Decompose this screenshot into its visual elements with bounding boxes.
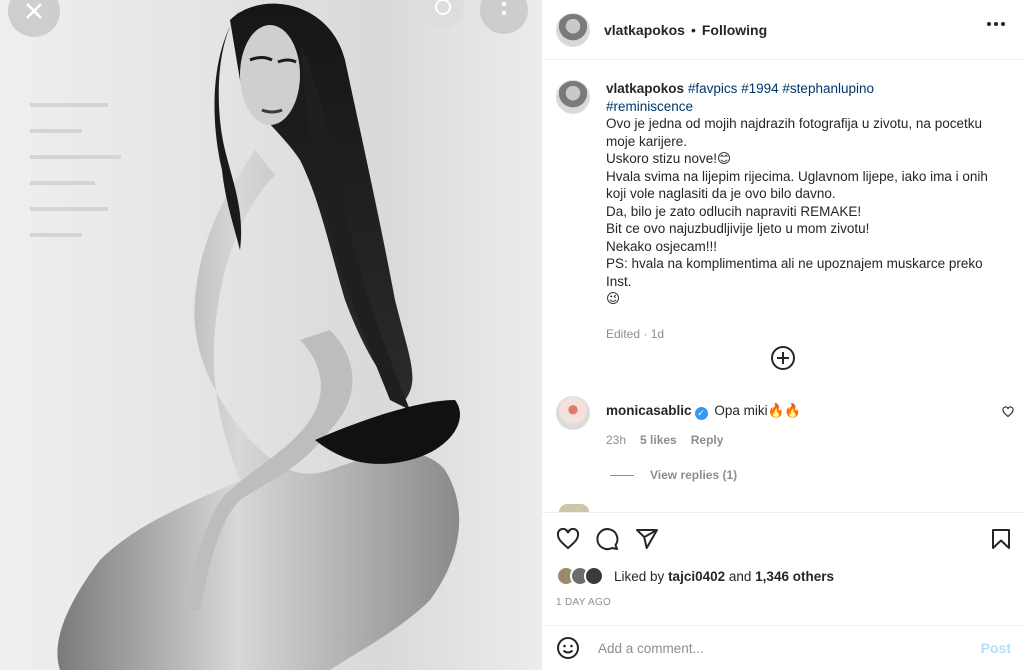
liked-by-user[interactable]: tajci0402 [668, 569, 725, 584]
caption-text-line: 😉 [606, 291, 621, 306]
more-options-button[interactable] [987, 22, 1005, 26]
replies-line [610, 474, 634, 476]
comment-time[interactable]: 23h [606, 433, 626, 447]
more-icon [501, 1, 507, 16]
caption-first-line: vlatkapokos #favpics #1994 #stephanlupin… [606, 80, 1011, 98]
caption-text-line: Bit ce ovo najuzbudljivije ljeto u mom z… [606, 221, 870, 236]
next-comment-avatar [559, 504, 589, 512]
post-details-panel: vlatkapokos • Following vlatkapokos #fav… [541, 0, 1024, 670]
likes-others-link[interactable]: 1,346 others [755, 569, 834, 584]
author-username[interactable]: vlatkapokos [604, 22, 685, 38]
add-comment-input[interactable]: Add a comment... [598, 641, 981, 656]
close-icon [26, 3, 42, 19]
commenter-avatar[interactable] [556, 396, 590, 430]
hashtag-link[interactable]: #favpics [688, 81, 738, 96]
bookmark-icon[interactable] [989, 527, 1013, 551]
verified-badge-icon: ✓ [694, 407, 708, 420]
load-more-comments-button[interactable] [771, 346, 795, 370]
liked-by-label: Liked by [614, 568, 665, 584]
author-avatar[interactable] [556, 12, 590, 47]
comment-meta: 23h 5 likes Reply [606, 433, 801, 447]
comment-text: Opa miki🔥🔥 [714, 403, 802, 418]
caption-avatar[interactable] [556, 80, 590, 114]
caption-text-line: Hvala svima na lijepim rijecima. Uglavno… [606, 168, 988, 202]
emoji-icon[interactable] [556, 636, 580, 660]
comment-item: monicasablic ✓ Opa miki🔥🔥 23h 5 likes Rep… [556, 396, 1016, 447]
caption-text-line: PS: hvala na komplimentima ali ne upozna… [606, 256, 983, 289]
posted-time[interactable]: 1 DAY AGO [556, 597, 611, 608]
caption-username[interactable]: vlatkapokos [606, 81, 684, 96]
people-tag-icon [435, 0, 451, 15]
comment-likes[interactable]: 5 likes [640, 433, 677, 447]
liker-avatar[interactable] [584, 566, 604, 586]
comment-icon[interactable] [595, 527, 619, 551]
more-dot [1001, 22, 1005, 26]
hashtag-link[interactable]: #reminiscence [606, 98, 1011, 116]
header-separator: • [690, 21, 696, 38]
photo-figure [57, 3, 460, 670]
view-replies-button[interactable]: View replies (1) [610, 468, 737, 482]
more-horizontal-icon [987, 22, 991, 26]
caption-text-line: Nekako osjecam!!! [606, 238, 718, 254]
following-button[interactable]: Following [702, 22, 767, 38]
action-bar [542, 512, 1024, 572]
more-dot [994, 22, 998, 26]
hashtag-link[interactable]: #1994 [741, 81, 779, 96]
caption-meta: Edited · 1d [606, 326, 1011, 344]
caption-text-line: Da, bilo je zato odlucih napraviti REMAK… [606, 203, 862, 219]
post-photo[interactable]: ▬▬▬▬▬▬ ▬▬▬▬ ▬▬▬▬▬▬▬ ▬▬▬▬▬ ▬▬▬▬▬▬ ▬▬▬▬ [0, 0, 541, 670]
view-replies-label: View replies (1) [650, 468, 738, 482]
reply-button[interactable]: Reply [691, 433, 724, 447]
plus-icon [777, 352, 789, 364]
likes-and: and [728, 568, 752, 584]
likes-text: Liked by tajci0402 and 1,346 others [614, 569, 834, 584]
commenter-username[interactable]: monicasablic [606, 403, 692, 418]
comment-line: monicasablic ✓ Opa miki🔥🔥 [606, 403, 801, 420]
post-comment-button[interactable]: Post [981, 640, 1011, 656]
caption-body: vlatkapokos #favpics #1994 #stephanlupin… [606, 80, 1011, 343]
caption-text-line: Uskoro stizu nove!😊 [606, 151, 732, 166]
meta-dot: · [643, 326, 648, 341]
share-icon[interactable] [635, 527, 659, 551]
caption-time[interactable]: 1d [651, 327, 664, 341]
comment-body: monicasablic ✓ Opa miki🔥🔥 23h 5 likes Rep… [606, 396, 801, 447]
hashtag-link[interactable]: #stephanlupino [782, 81, 874, 96]
post-header: vlatkapokos • Following [542, 0, 1024, 60]
heart-icon[interactable] [556, 527, 580, 551]
comment-like-icon[interactable] [1002, 406, 1014, 418]
post-caption: vlatkapokos #favpics #1994 #stephanlupin… [556, 80, 1016, 343]
edited-label: Edited [606, 326, 641, 341]
caption-text-line: Ovo je jedna od mojih najdrazih fotograf… [606, 116, 982, 149]
add-comment-bar: Add a comment... Post [542, 625, 1024, 670]
likes-summary: Liked by tajci0402 and 1,346 others [556, 566, 834, 586]
